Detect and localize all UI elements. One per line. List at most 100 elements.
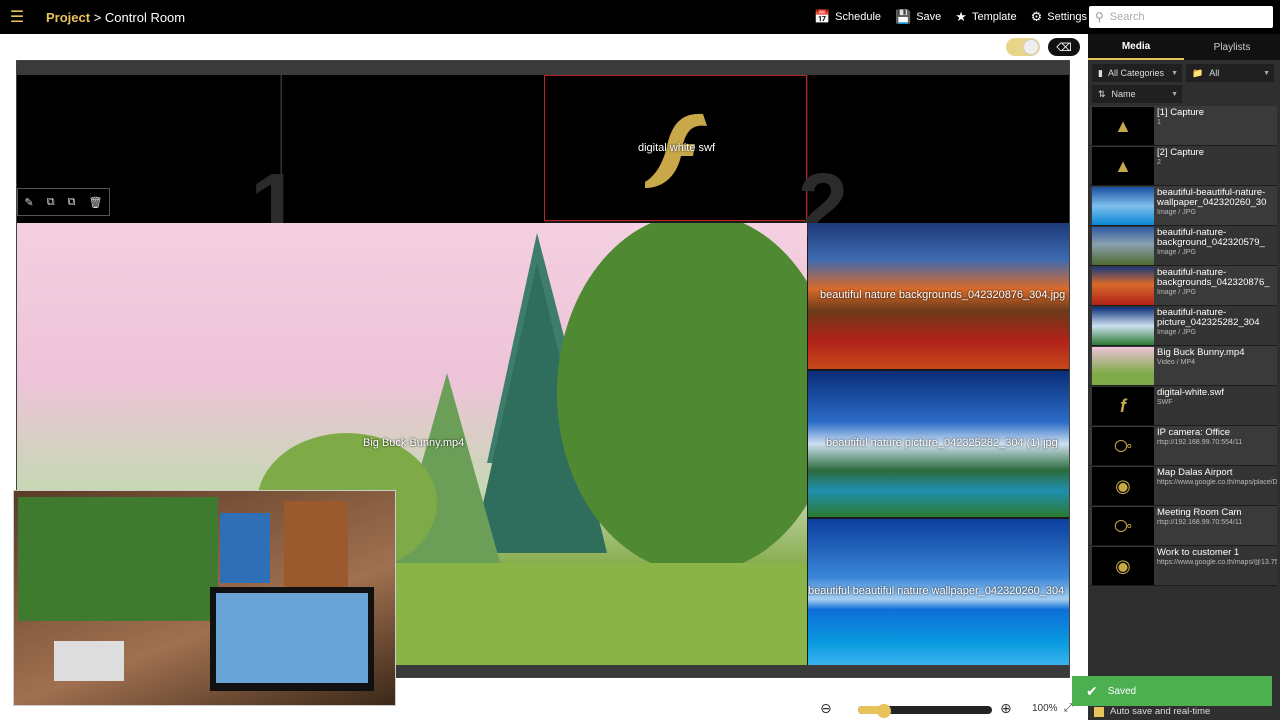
schedule-label: Schedule <box>835 11 882 23</box>
video-thumbnail <box>1092 347 1154 385</box>
eraser-icon: ⌫ <box>1056 41 1072 54</box>
flash-media-block[interactable]: digital white swf <box>544 75 807 221</box>
trash-icon[interactable]: 🗑 <box>88 196 102 209</box>
media-item-title: IP camera: Office <box>1157 427 1231 438</box>
eraser-button[interactable]: ⌫ <box>1048 38 1080 56</box>
template-button[interactable]: ★ Template <box>955 9 1016 25</box>
top-bar: ☰ Project > Control Room 📅 Schedule 💾 Sa… <box>0 0 1280 34</box>
webcam-overlay <box>13 490 396 706</box>
media-item[interactable]: ⧂ Meeting Room Cam rtsp://192.168.99.70:5… <box>1090 506 1277 546</box>
wall-cell-2[interactable]: 1 <box>250 75 544 256</box>
category-filter[interactable]: ▮ All Categories ▼ <box>1092 64 1182 82</box>
breadcrumb-page: Control Room <box>104 9 186 25</box>
wall-cell-4[interactable]: 2 <box>798 75 1069 256</box>
media-item-sub: 2 <box>1157 159 1161 166</box>
toolbar: 📅 Schedule 💾 Save ★ Template ⚙ Settings <box>814 0 1087 34</box>
settings-label: Settings <box>1047 11 1087 23</box>
media-item-sub: 1 <box>1157 119 1161 126</box>
media-item[interactable]: beautiful-nature-background_042320579_ Im… <box>1090 226 1277 266</box>
save-button[interactable]: 💾 Save <box>895 9 941 25</box>
media-item-title: beautiful-nature-picture_042325282_304 <box>1157 307 1260 328</box>
pencil-icon[interactable]: ✎ <box>25 196 34 209</box>
media-item-title: Big Buck Bunny.mp4 <box>1157 347 1245 358</box>
breadcrumb-project[interactable]: Project <box>46 10 90 25</box>
search-box: ⚲ <box>1089 6 1273 28</box>
chevron-down-icon: ▼ <box>1171 90 1178 98</box>
panel-tabs: Media Playlists <box>1088 34 1280 60</box>
video-media-label: Big Buck Bunny.mp4 <box>363 437 465 449</box>
block-edit-tools: ✎ ⧉ ⧉ 🗑 <box>17 188 110 216</box>
flash-media-label: digital white swf <box>638 142 716 154</box>
sort-filter-value: Name <box>1111 89 1136 99</box>
search-input[interactable] <box>1109 11 1260 23</box>
floppy-disk-icon: 💾 <box>895 9 912 24</box>
media-item[interactable]: ⧂ IP camera: Office rtsp://192.168.99.70:… <box>1090 426 1277 466</box>
media-item-sub: rtsp://192.168.99.70:554/11 <box>1157 439 1243 446</box>
image-1-label: beautiful nature backgrounds_042320876_3… <box>820 289 1066 301</box>
capture-icon: ▲ <box>1092 107 1154 145</box>
search-icon: ⚲ <box>1095 10 1104 24</box>
media-item[interactable]: ▲ [2] Capture 2 <box>1090 146 1277 186</box>
tab-media[interactable]: Media <box>1088 34 1184 60</box>
media-item-sub: Video / MP4 <box>1157 359 1196 366</box>
schedule-button[interactable]: 📅 Schedule <box>814 9 881 25</box>
mode-toggle[interactable] <box>1006 38 1040 56</box>
chevron-down-icon: ▼ <box>1263 69 1270 77</box>
broadcast-icon: ⧂ <box>1092 427 1154 465</box>
checkmark-icon: ✔ <box>1086 682 1098 699</box>
folder-filter[interactable]: 📁 All ▼ <box>1186 64 1274 82</box>
sort-filter[interactable]: ⇅ Name ▼ <box>1092 85 1182 103</box>
media-item[interactable]: beautiful-nature-picture_042325282_304 Im… <box>1090 306 1277 346</box>
calendar-icon: 📅 <box>813 9 831 24</box>
image-2-label: beautiful nature picture_042325282_304 (… <box>826 437 1058 449</box>
media-item[interactable]: Big Buck Bunny.mp4 Video / MP4 <box>1090 346 1277 386</box>
image-media-block-2[interactable]: beautiful nature picture_042325282_304 (… <box>808 371 1069 517</box>
breadcrumb-separator: > <box>93 9 102 25</box>
media-panel: Media Playlists ▮ All Categories ▼ 📁 All… <box>1088 34 1280 720</box>
media-item[interactable]: beautiful-beautiful-nature-wallpaper_042… <box>1090 186 1277 226</box>
media-item[interactable]: ◉ Map Dalas Airport https://www.google.co… <box>1090 466 1277 506</box>
zoom-slider[interactable] <box>858 704 992 718</box>
breadcrumb: Project > Control Room <box>46 10 185 25</box>
settings-button[interactable]: ⚙ Settings <box>1031 9 1087 25</box>
media-item-title: beautiful-nature-background_042320579_ <box>1157 227 1265 248</box>
saved-toast: ✔ Saved <box>1072 676 1272 706</box>
globe-icon: ◉ <box>1092 467 1154 505</box>
media-item[interactable]: ◉ Work to customer 1 https://www.google.c… <box>1090 546 1277 586</box>
category-filter-value: All Categories <box>1107 68 1164 78</box>
media-item-title: Meeting Room Cam <box>1157 507 1242 518</box>
image-3-label: beautiful beautiful nature wallpaper_042… <box>808 585 1065 597</box>
image-media-block-3[interactable]: beautiful beautiful nature wallpaper_042… <box>808 519 1069 665</box>
media-item-title: beautiful-nature-backgrounds_042320876_ <box>1157 267 1270 288</box>
media-item[interactable]: ▲ [1] Capture 1 <box>1090 106 1277 146</box>
image-thumbnail <box>1092 307 1154 345</box>
broadcast-icon: ⧂ <box>1092 507 1154 545</box>
media-item-sub: rtsp://192.168.99.70:554/11 <box>1157 519 1243 526</box>
media-item-title: [2] Capture <box>1157 147 1204 158</box>
media-item-sub: SWF <box>1157 399 1173 406</box>
media-item-sub: Image / JPG <box>1157 329 1196 336</box>
zoom-in-icon[interactable]: ⊕ <box>1000 700 1012 717</box>
media-item-sub: Image / JPG <box>1157 249 1196 256</box>
webcam-scene-image <box>18 497 374 691</box>
zoom-slider-thumb[interactable] <box>877 704 892 718</box>
image-thumbnail <box>1092 267 1154 305</box>
image-media-block-1[interactable]: beautiful nature backgrounds_042320876_3… <box>808 223 1069 369</box>
media-item-title: [1] Capture <box>1157 107 1204 118</box>
bring-forward-icon[interactable]: ⧉ <box>47 196 55 209</box>
media-item-title: Work to customer 1 <box>1157 547 1240 558</box>
gear-icon: ⚙ <box>1030 9 1043 24</box>
zoom-out-icon[interactable]: ⊖ <box>820 700 832 717</box>
media-item-sub: https://www.google.co.th/maps/place/DFW+… <box>1157 479 1277 486</box>
media-item-title: digital-white.swf <box>1157 387 1225 398</box>
media-item[interactable]: beautiful-nature-backgrounds_042320876_ I… <box>1090 266 1277 306</box>
media-item[interactable]: f digital-white.swf SWF <box>1090 386 1277 426</box>
send-backward-icon[interactable]: ⧉ <box>68 196 76 209</box>
tab-playlists[interactable]: Playlists <box>1184 34 1280 60</box>
image-thumbnail <box>1092 227 1154 265</box>
hamburger-menu-icon[interactable]: ☰ <box>0 0 34 34</box>
chevron-down-icon: ▼ <box>1171 69 1178 77</box>
template-label: Template <box>971 11 1017 23</box>
autosave-status: Auto save and real-time <box>1094 706 1210 717</box>
canvas-top-bar <box>17 61 1069 75</box>
